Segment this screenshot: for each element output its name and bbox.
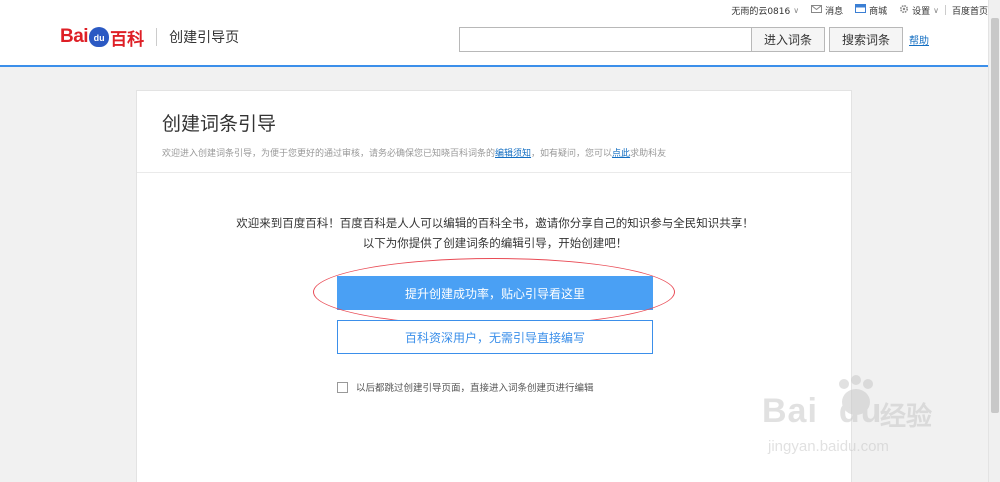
top-links: 无雨的云0816 ∨ 消息 商城 设置 ∨ 百度首页 [719,2,988,18]
user-menu[interactable]: 无雨的云0816 ∨ [731,4,799,17]
settings-menu[interactable]: 设置 ∨ [899,4,939,17]
page-title: 创建引导页 [169,30,240,46]
logo-text-bai: Bai [60,26,89,47]
page-scrollbar[interactable] [988,0,1000,482]
gear-icon [899,4,909,17]
help-link[interactable]: 帮助 [909,32,929,47]
baike-logo[interactable]: Bai du 百科 创建引导页 [60,22,239,52]
messages-link[interactable]: 消息 [811,4,843,17]
chevron-down-icon: ∨ [793,5,800,15]
create-guide-panel: 创建词条引导 欢迎进入创建词条引导，为便于您更好的通过审核，请务必确保您已知晓百… [136,90,852,482]
skip-guide-button[interactable]: 百科资深用户，无需引导直接编写 [337,320,653,354]
welcome-line-1: 欢迎来到百度百科！百度百科是人人可以编辑的百科全书，邀请你分享自己的知识参与全民… [236,216,754,230]
skip-guide-option: 以后都跳过创建引导页面，直接进入词条创建页进行编辑 [337,380,594,394]
watermark-jingyan: 经验 [880,402,933,432]
mall-link[interactable]: 商城 [855,4,887,17]
panel-header: 创建词条引导 欢迎进入创建词条引导，为便于您更好的通过审核，请务必确保您已知晓百… [137,91,851,173]
store-icon [855,4,867,16]
scrollbar-thumb[interactable] [991,18,999,413]
mail-icon [811,4,823,16]
skip-guide-checkbox[interactable] [337,381,348,393]
baidu-home-link[interactable]: 百度首页 [952,4,988,17]
welcome-text: 欢迎来到百度百科！百度百科是人人可以编辑的百科全书，邀请你分享自己的知识参与全民… [137,213,853,253]
welcome-line-2: 以下为你提供了创建词条的编辑引导，开始创建吧！ [362,236,628,250]
search-input[interactable] [459,27,751,52]
top-header: 无雨的云0816 ∨ 消息 商城 设置 ∨ 百度首页 Bai du 百科 创建引… [0,0,1000,67]
enter-entry-button[interactable]: 进入词条 [751,27,825,52]
username: 无雨的云0816 [731,6,791,17]
paw-icon: du [89,27,110,47]
logo-divider [156,28,158,46]
watermark-bai: Bai..du [762,392,883,430]
chevron-down-icon: ∨ [933,5,939,15]
skip-guide-label[interactable]: 以后都跳过创建引导页面，直接进入词条创建页进行编辑 [356,380,594,394]
watermark-url: jingyan.baidu.com [768,438,889,455]
divider [944,5,946,15]
search-entry-button[interactable]: 搜索词条 [829,27,903,52]
search-bar: 进入词条 搜索词条 帮助 [459,27,929,52]
logo-text-baike: 百科 [110,29,145,50]
panel-title: 创建词条引导 [162,113,277,135]
baidu-jingyan-watermark: Bai..du 经验 jingyan.baidu.com [762,374,962,464]
guide-button[interactable]: 提升创建成功率，贴心引导看这里 [337,276,653,310]
panel-description: 欢迎进入创建词条引导，为便于您更好的通过审核，请务必确保您已知晓百科词条的编辑须… [162,149,667,159]
edit-notice-link[interactable]: 编辑须知 [495,149,531,159]
help-here-link[interactable]: 点此 [612,149,630,159]
